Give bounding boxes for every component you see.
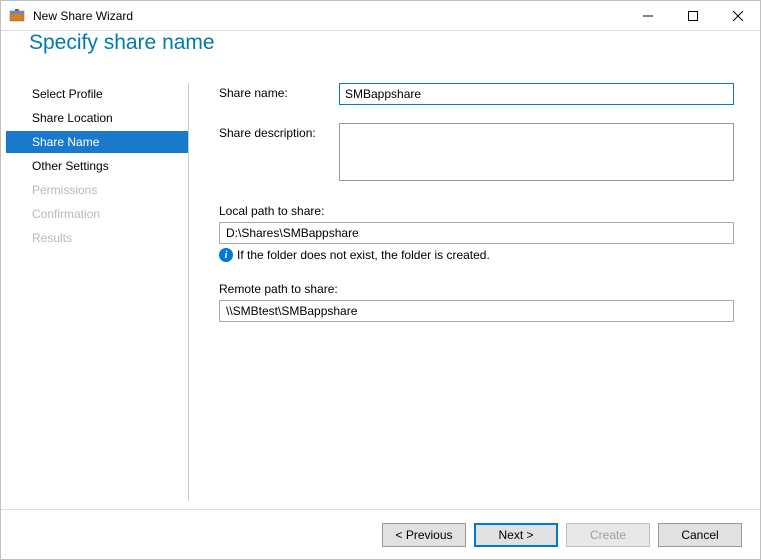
- share-name-input[interactable]: [339, 83, 734, 105]
- wizard-nav: Select Profile Share Location Share Name…: [6, 83, 189, 501]
- local-path-value: D:\Shares\SMBappshare: [219, 222, 734, 244]
- local-path-label: Local path to share:: [219, 204, 760, 218]
- nav-item-results: Results: [6, 227, 188, 249]
- window-controls: [625, 1, 760, 30]
- wizard-icon: [9, 8, 25, 24]
- minimize-button[interactable]: [625, 1, 670, 30]
- maximize-button[interactable]: [670, 1, 715, 30]
- form-pane: Share name: Share description: Local pat…: [189, 83, 760, 501]
- create-button: Create: [566, 523, 650, 547]
- window-title: New Share Wizard: [33, 9, 625, 23]
- nav-item-share-location[interactable]: Share Location: [6, 107, 188, 129]
- nav-item-share-name[interactable]: Share Name: [6, 131, 188, 153]
- share-desc-input[interactable]: [339, 123, 734, 181]
- next-button[interactable]: Next >: [474, 523, 558, 547]
- remote-path-value: \\SMBtest\SMBappshare: [219, 300, 734, 322]
- button-bar: < Previous Next > Create Cancel: [1, 509, 760, 559]
- cancel-button[interactable]: Cancel: [658, 523, 742, 547]
- nav-item-permissions: Permissions: [6, 179, 188, 201]
- share-name-label: Share name:: [219, 83, 339, 100]
- share-desc-label: Share description:: [219, 123, 339, 140]
- remote-path-label: Remote path to share:: [219, 282, 760, 296]
- close-button[interactable]: [715, 1, 760, 30]
- nav-item-other-settings[interactable]: Other Settings: [6, 155, 188, 177]
- nav-item-select-profile[interactable]: Select Profile: [6, 83, 188, 105]
- previous-button[interactable]: < Previous: [382, 523, 466, 547]
- nav-item-confirmation: Confirmation: [6, 203, 188, 225]
- page-heading: Specify share name: [1, 31, 760, 83]
- titlebar: New Share Wizard: [1, 1, 760, 31]
- info-icon: i: [219, 248, 233, 262]
- info-text: If the folder does not exist, the folder…: [237, 248, 490, 262]
